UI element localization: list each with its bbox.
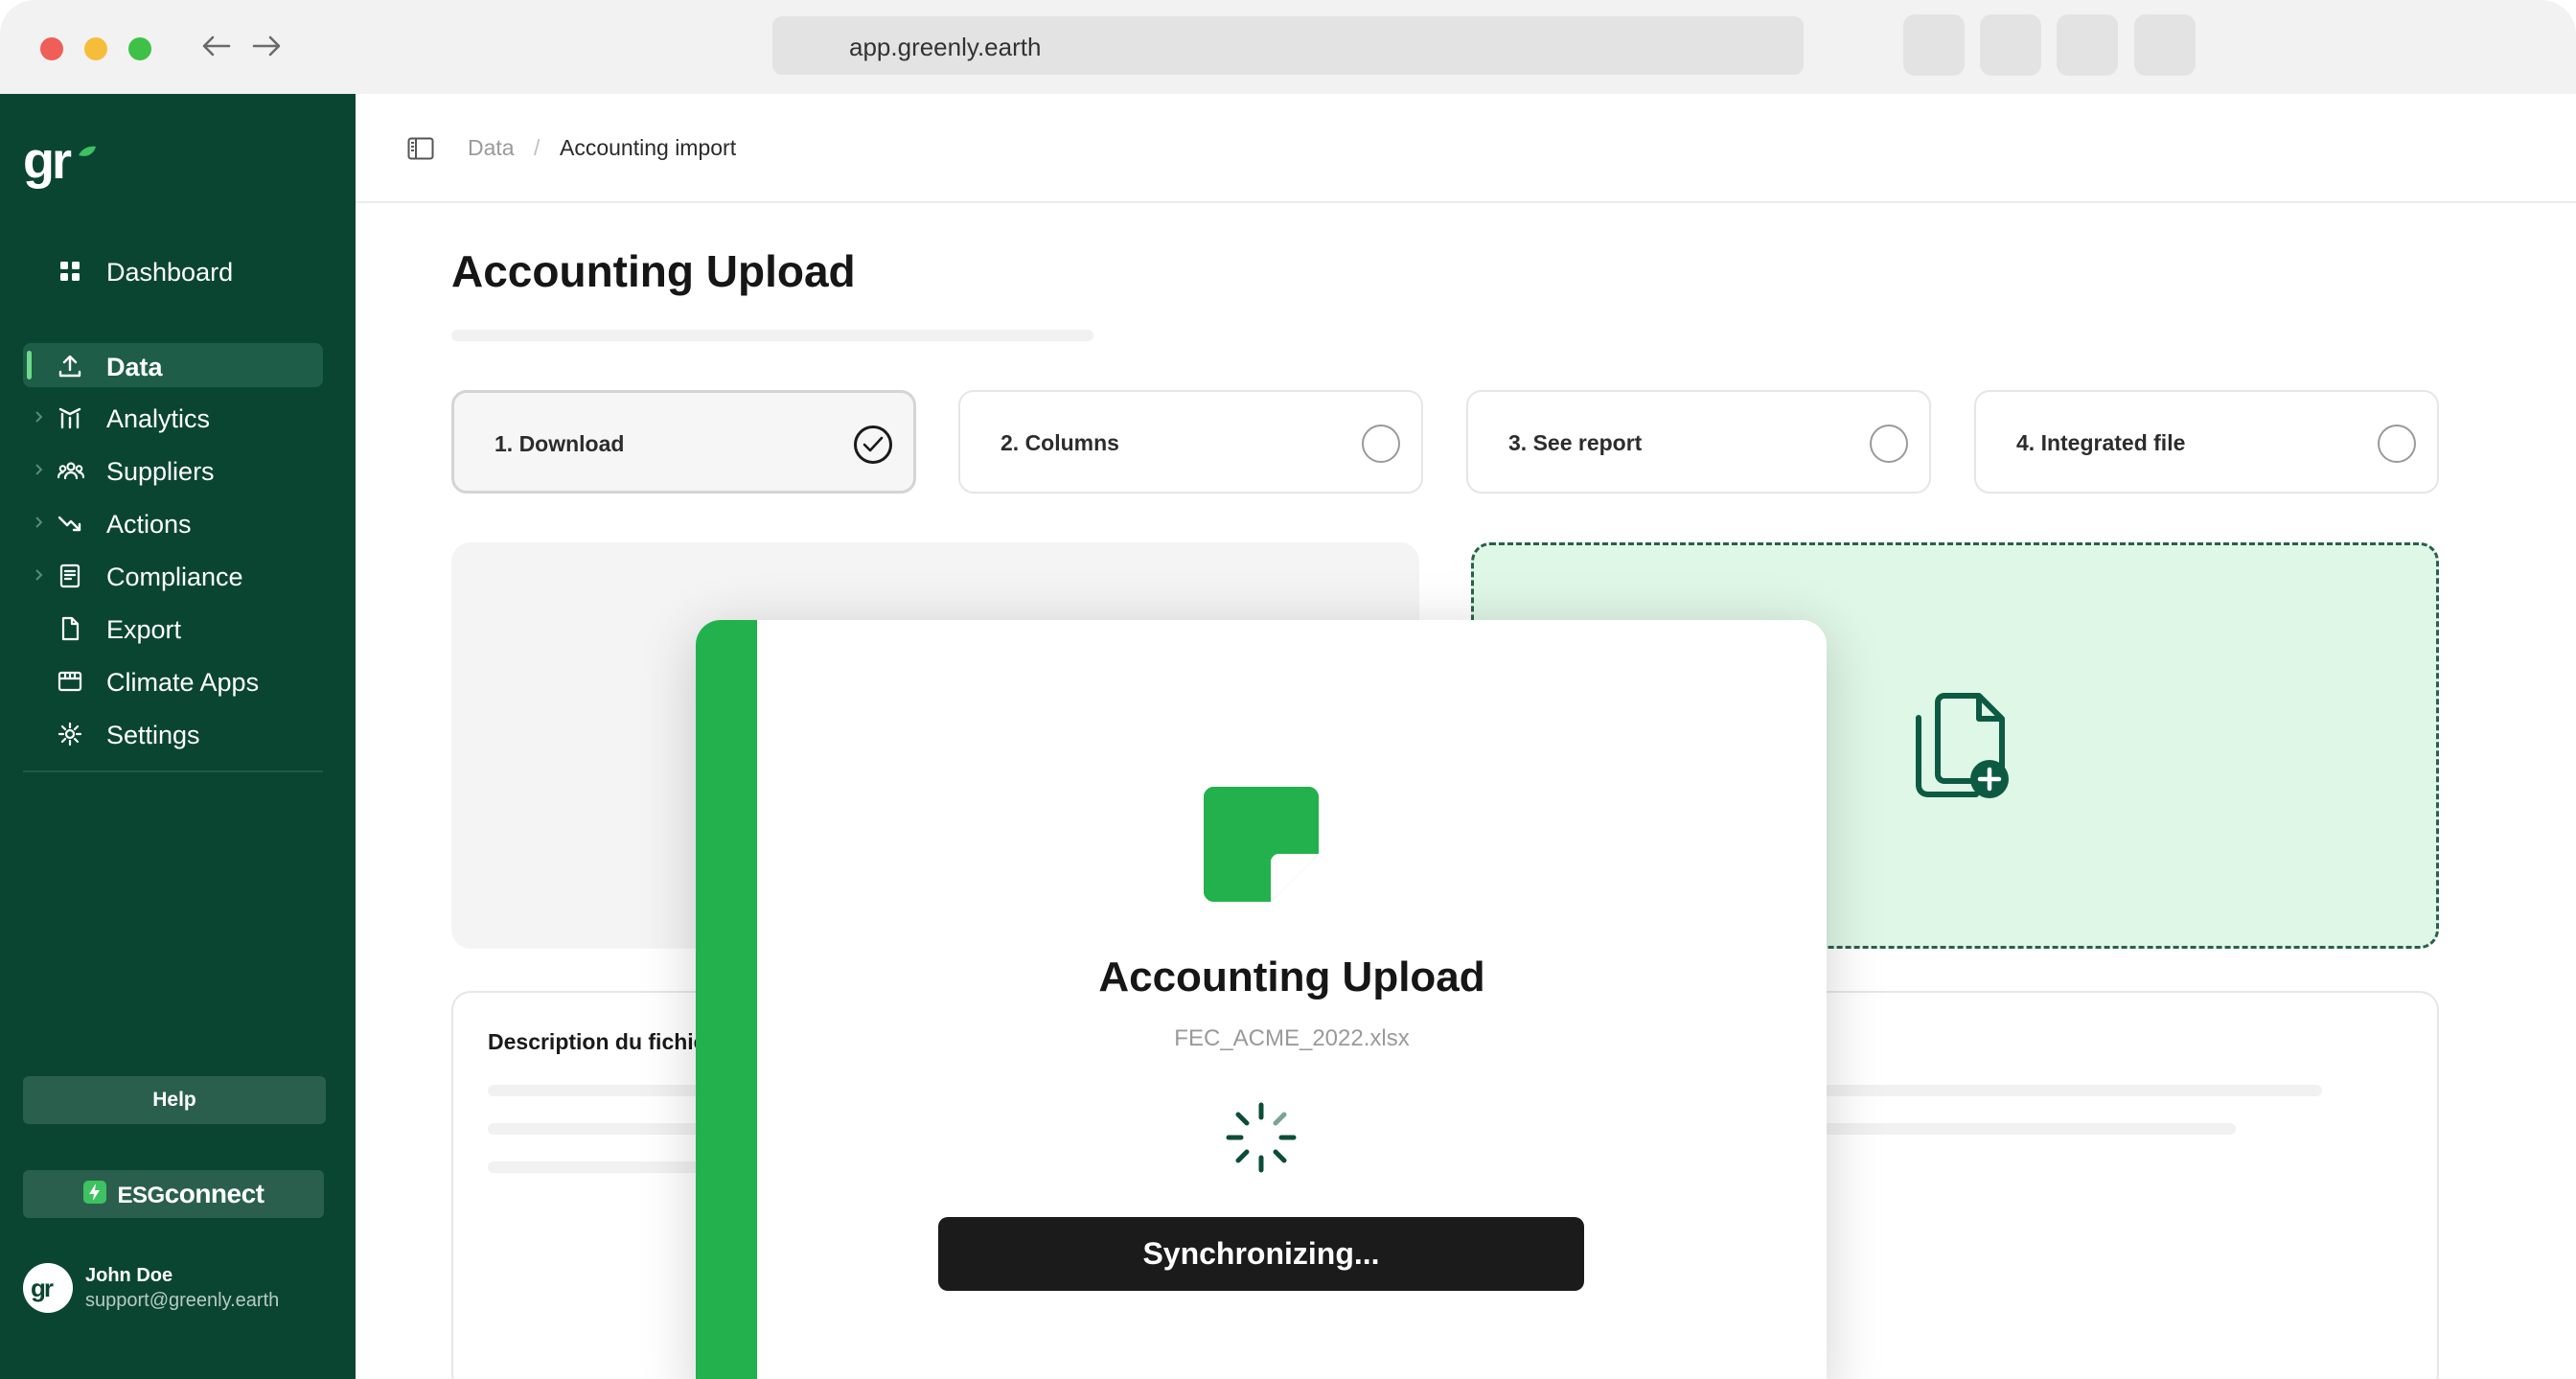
trend-down-icon: [58, 511, 82, 536]
toolbar-button-3[interactable]: [2057, 14, 2118, 76]
empty-circle-icon: [1870, 425, 1908, 463]
spreadsheet-file-icon: [1202, 785, 1321, 904]
skeleton-line: [1824, 1123, 2236, 1135]
active-indicator: [27, 351, 32, 379]
chevron-right-icon: [33, 460, 46, 479]
upload-icon: [58, 354, 82, 379]
user-email: support@greenly.earth: [85, 1290, 280, 1311]
sidebar-item-label: Actions: [106, 510, 192, 539]
document-list-icon: [58, 563, 82, 588]
chevron-right-icon: [33, 513, 46, 532]
modal-accent-stripe: [696, 620, 757, 1379]
sidebar-divider: [23, 770, 323, 772]
toolbar-button-4[interactable]: [2134, 14, 2196, 76]
sidebar-item-actions[interactable]: Actions: [23, 500, 323, 544]
sidebar-item-label: Suppliers: [106, 457, 215, 486]
sidebar-item-label: Settings: [106, 721, 200, 749]
sidebar-item-export[interactable]: Export: [23, 606, 323, 650]
browser-toolbar: app.greenly.earth: [0, 0, 2576, 94]
breadcrumb: Data / Accounting import: [356, 94, 2576, 203]
empty-circle-icon: [1362, 425, 1400, 463]
toolbar-button-1[interactable]: [1903, 14, 1965, 76]
breadcrumb-separator: /: [534, 135, 540, 160]
address-bar[interactable]: app.greenly.earth: [772, 16, 1804, 75]
file-icon: [58, 616, 82, 641]
dashboard-icon: [58, 259, 82, 284]
step-label: 3. See report: [1508, 430, 1643, 455]
analytics-icon: [58, 405, 82, 430]
sidebar-item-climate-apps[interactable]: Climate Apps: [23, 658, 323, 702]
sidebar-item-dashboard[interactable]: Dashboard: [23, 248, 323, 292]
sidebar-item-compliance[interactable]: Compliance: [23, 553, 323, 597]
chevron-right-icon: [33, 407, 46, 426]
gear-icon: [58, 722, 82, 747]
step-label: 4. Integrated file: [2016, 430, 2186, 455]
skeleton-line: [1824, 1085, 2322, 1096]
sidebar-item-data[interactable]: Data: [23, 343, 323, 387]
sidebar-item-analytics[interactable]: Analytics: [23, 395, 323, 439]
svg-text:gr: gr: [31, 1274, 54, 1302]
sidebar-item-label: Analytics: [106, 404, 211, 433]
sidebar-item-settings[interactable]: Settings: [23, 711, 323, 755]
step-label: 1. Download: [494, 431, 625, 456]
sidebar-item-suppliers[interactable]: Suppliers: [23, 448, 323, 492]
step-columns[interactable]: 2. Columns: [958, 390, 1423, 494]
url-text: app.greenly.earth: [849, 33, 1042, 61]
step-label: 2. Columns: [1000, 430, 1119, 455]
add-file-icon: [1905, 689, 2020, 808]
lightning-icon: [82, 1180, 107, 1209]
file-name: FEC_ACME_2022.xlsx: [1174, 1025, 1410, 1051]
back-arrow-icon[interactable]: [197, 27, 236, 65]
sidebar-toggle-icon[interactable]: [407, 137, 434, 160]
check-circle-icon: [854, 425, 892, 464]
upload-progress-modal: Accounting Upload FEC_ACME_2022.xlsx Syn…: [696, 620, 1827, 1379]
window-minimize-button[interactable]: [84, 37, 107, 60]
avatar[interactable]: gr: [23, 1263, 73, 1313]
empty-circle-icon: [2378, 425, 2416, 463]
forward-arrow-icon[interactable]: [247, 27, 286, 65]
sidebar-item-label: Dashboard: [106, 258, 234, 287]
greenly-logo-icon[interactable]: gr: [23, 132, 100, 192]
chevron-right-icon: [33, 565, 46, 585]
sidebar-item-label: Climate Apps: [106, 668, 260, 697]
step-integrated-file[interactable]: 4. Integrated file: [1974, 390, 2439, 494]
loading-spinner-icon: [1225, 1101, 1298, 1174]
sidebar-item-label: Data: [106, 353, 163, 381]
sidebar-item-label: Export: [106, 615, 182, 644]
window-close-button[interactable]: [40, 37, 63, 60]
user-name: John Doe: [85, 1265, 173, 1286]
sidebar-item-label: Compliance: [106, 563, 243, 591]
breadcrumb-parent-link[interactable]: Data: [468, 135, 515, 161]
toolbar-button-2[interactable]: [1980, 14, 2041, 76]
page-title: Accounting Upload: [451, 246, 856, 296]
step-download[interactable]: 1. Download: [451, 390, 916, 494]
help-button[interactable]: Help: [23, 1076, 326, 1124]
svg-text:gr: gr: [23, 134, 72, 190]
window-maximize-button[interactable]: [128, 37, 151, 60]
esg-connect-label: ESGconnect: [117, 1179, 264, 1208]
step-see-report[interactable]: 3. See report: [1466, 390, 1931, 494]
browser-window: app.greenly.earth gr Dashboard Data Anal…: [0, 0, 2576, 1379]
title-placeholder-bar: [451, 330, 1093, 341]
modal-title: Accounting Upload: [1098, 954, 1485, 1000]
esg-connect-button[interactable]: ESGconnect: [23, 1170, 324, 1218]
synchronizing-button[interactable]: Synchronizing...: [938, 1217, 1584, 1291]
users-icon: [57, 458, 85, 483]
store-icon: [58, 669, 82, 694]
description-title: Description du fichier: [488, 1029, 715, 1054]
breadcrumb-current: Accounting import: [560, 135, 737, 160]
